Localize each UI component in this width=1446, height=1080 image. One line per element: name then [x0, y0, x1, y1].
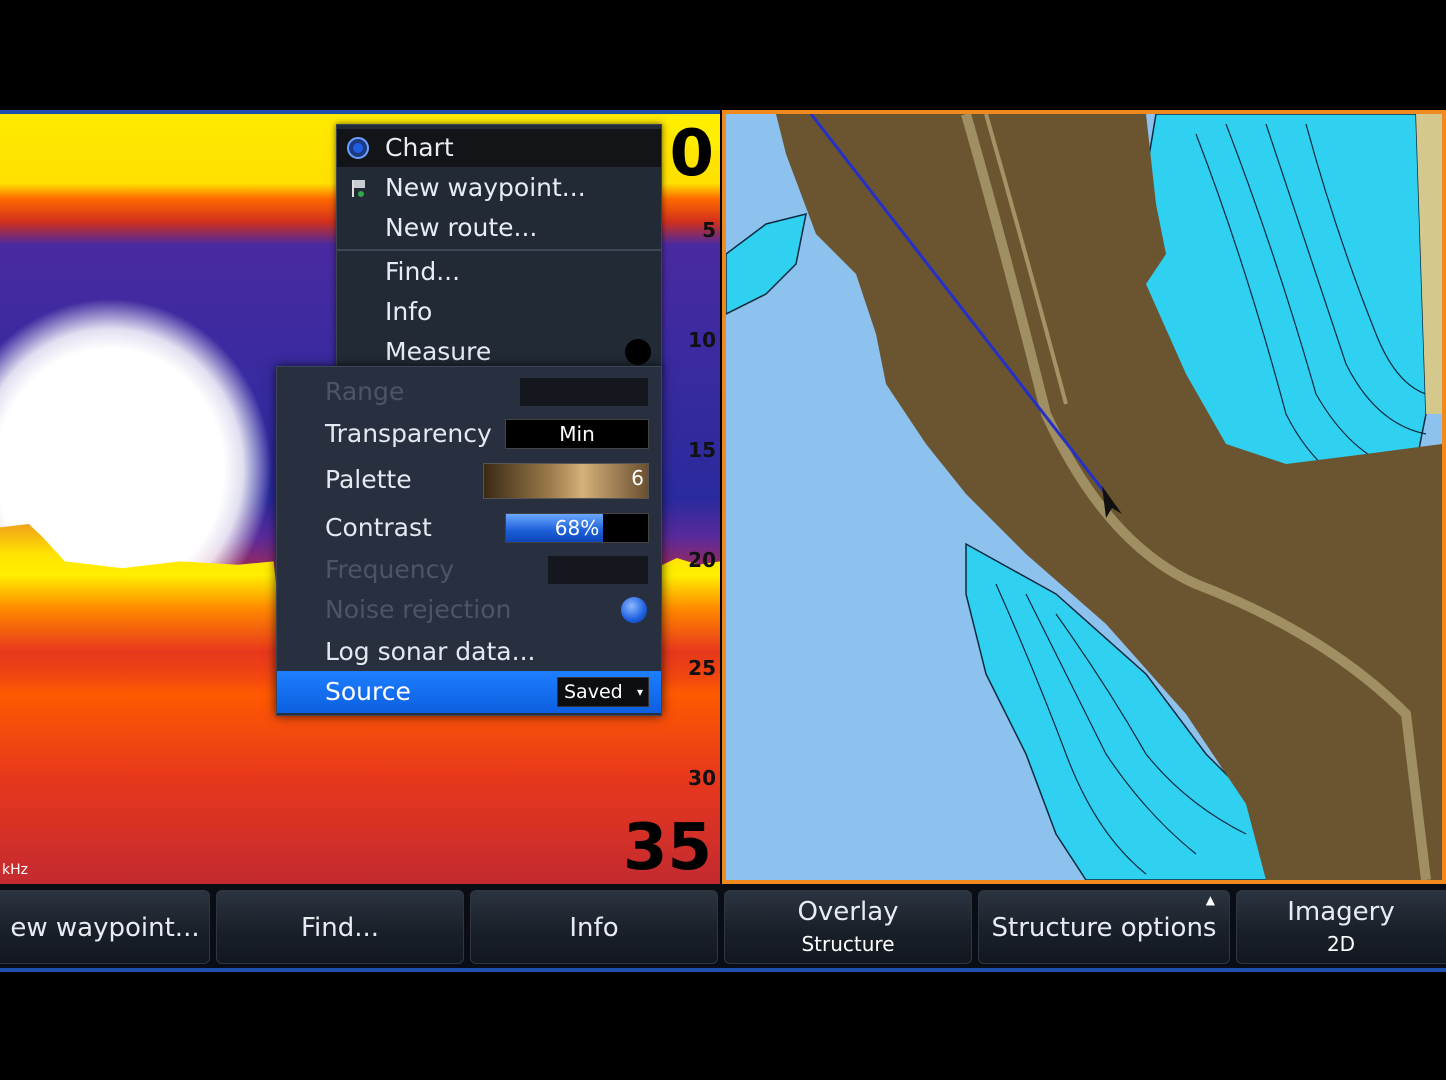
- waypoint-flag-icon: [352, 180, 365, 197]
- softkey-info[interactable]: Info: [470, 890, 718, 964]
- palette-selector[interactable]: 6: [483, 463, 649, 499]
- menu-item-find[interactable]: Find...: [337, 253, 661, 291]
- submenu-row-transparency[interactable]: Transparency Min: [277, 413, 661, 455]
- menu-item-label: Info: [385, 297, 433, 326]
- radio-selected-icon: [347, 137, 369, 159]
- depth-tick: 20: [688, 548, 716, 572]
- source-dropdown[interactable]: Saved ▾: [557, 677, 649, 707]
- menu-item-label: Chart: [385, 133, 454, 162]
- depth-tick: 30: [688, 766, 716, 790]
- chart-map: [726, 114, 1442, 880]
- caret-up-icon: ▲: [1205, 893, 1215, 907]
- log-sonar-label: Log sonar data...: [325, 637, 536, 666]
- frequency-label: Frequency: [325, 555, 455, 584]
- transparency-label: Transparency: [325, 419, 492, 448]
- depth-tick: 25: [688, 656, 716, 680]
- menu-item-label: Measure: [385, 337, 492, 366]
- source-value: Saved: [564, 681, 623, 703]
- menu-item-new-waypoint[interactable]: New waypoint...: [337, 169, 661, 207]
- shallow-water-area: [726, 212, 807, 315]
- softkey-label: Find...: [300, 913, 380, 943]
- softkey-new-waypoint[interactable]: ew waypoint...: [0, 890, 210, 964]
- dropdown-arrow-icon: ▾: [636, 685, 643, 699]
- submenu-row-contrast[interactable]: Contrast 68%: [277, 507, 661, 549]
- contrast-value: 68%: [554, 516, 600, 540]
- menu-separator: [337, 249, 661, 251]
- menu-item-info[interactable]: Info: [337, 293, 661, 331]
- softkey-structure-options[interactable]: ▲ Structure options: [978, 890, 1230, 964]
- softkey-label: Info: [569, 913, 619, 943]
- softkey-find[interactable]: Find...: [216, 890, 464, 964]
- softkey-imagery[interactable]: Imagery 2D: [1236, 890, 1446, 964]
- transparency-value[interactable]: Min: [505, 419, 649, 449]
- depth-tick: 5: [702, 218, 716, 242]
- noise-rejection-label: Noise rejection: [325, 595, 512, 624]
- depth-scale-top: 0: [669, 117, 714, 191]
- source-label: Source: [325, 677, 411, 706]
- submenu-row-range: Range: [277, 371, 661, 413]
- context-menu: Chart New waypoint... New route... Find.…: [336, 124, 662, 372]
- contrast-slider[interactable]: 68%: [505, 513, 649, 543]
- softkey-value: Structure: [801, 932, 895, 956]
- measure-indicator: [625, 339, 651, 365]
- submenu-row-palette[interactable]: Palette 6: [277, 459, 661, 501]
- softkey-label: Structure options: [991, 913, 1217, 943]
- menu-item-label: New waypoint...: [385, 173, 586, 202]
- depth-tick: 10: [688, 328, 716, 352]
- palette-label: Palette: [325, 465, 412, 494]
- contrast-label: Contrast: [325, 513, 432, 542]
- sonar-options-submenu: Range Transparency Min Palette 6 Contras…: [276, 366, 662, 716]
- depth-tick: 15: [688, 438, 716, 462]
- chart-pane[interactable]: [722, 110, 1446, 884]
- frequency-control: [547, 555, 649, 585]
- frequency-label: kHz: [2, 862, 28, 878]
- softkey-value: 2D: [1326, 932, 1356, 956]
- softkey-label: ew waypoint...: [10, 913, 200, 943]
- range-control: [519, 377, 649, 407]
- palette-value: 6: [631, 466, 644, 490]
- softkey-overlay[interactable]: Overlay Structure: [724, 890, 972, 964]
- menu-item-new-route[interactable]: New route...: [337, 209, 661, 247]
- menu-item-label: New route...: [385, 213, 538, 242]
- menu-item-label: Find...: [385, 257, 461, 286]
- depth-scale-bottom: 35: [622, 811, 712, 884]
- submenu-row-log-sonar[interactable]: Log sonar data...: [277, 631, 661, 673]
- submenu-row-noise-rejection: Noise rejection: [277, 589, 661, 631]
- submenu-row-source[interactable]: Source Saved ▾: [277, 671, 661, 713]
- submenu-row-frequency: Frequency: [277, 549, 661, 591]
- menu-item-chart[interactable]: Chart: [337, 129, 661, 167]
- noise-rejection-toggle: [621, 597, 647, 623]
- softkey-bar: ew waypoint... Find... Info Overlay Stru…: [0, 884, 1446, 972]
- range-label: Range: [325, 377, 405, 406]
- softkey-label: Imagery: [1287, 897, 1395, 927]
- softkey-label: Overlay: [797, 897, 899, 927]
